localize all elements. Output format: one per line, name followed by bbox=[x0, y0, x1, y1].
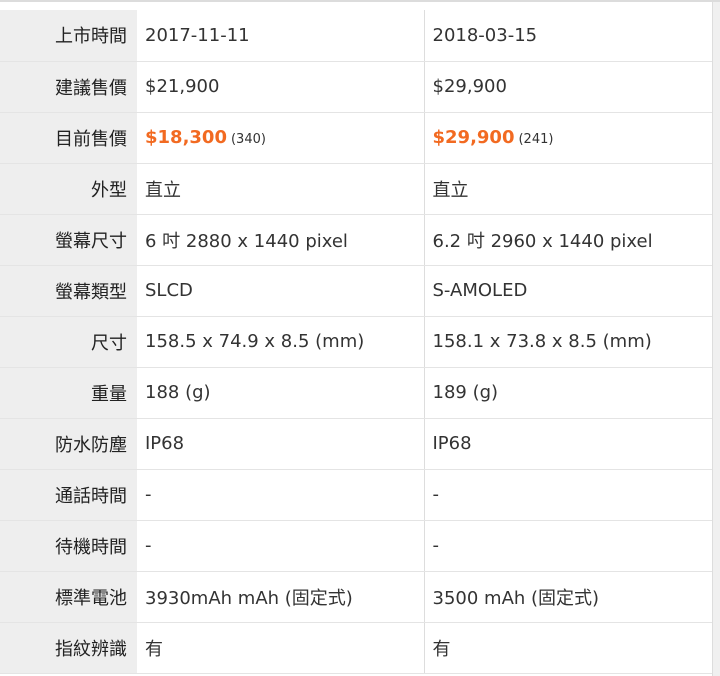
phone-b-battery: 3500 mAh (固定式) bbox=[423, 571, 712, 623]
row-suggested-price: 建議售價 $21,900 $29,900 bbox=[0, 61, 712, 113]
row-screen-type: 螢幕類型 SLCD S-AMOLED bbox=[0, 265, 712, 317]
row-weight: 重量 188 (g) 189 (g) bbox=[0, 367, 712, 419]
phone-a-release-date: 2017-11-11 bbox=[137, 10, 424, 62]
top-divider bbox=[0, 0, 720, 2]
phone-a-fingerprint: 有 bbox=[137, 622, 424, 674]
phone-b-current-price-link[interactable]: $29,900 bbox=[433, 127, 515, 148]
row-label: 目前售價 bbox=[0, 112, 137, 164]
phone-b-ip-rating: IP68 bbox=[423, 418, 712, 470]
row-label: 重量 bbox=[0, 367, 137, 419]
phone-a-screen-type: SLCD bbox=[137, 265, 424, 317]
row-dimensions: 尺寸 158.5 x 74.9 x 8.5 (mm) 158.1 x 73.8 … bbox=[0, 316, 712, 368]
row-battery: 標準電池 3930mAh mAh (固定式) 3500 mAh (固定式) bbox=[0, 571, 712, 623]
phone-b-current-price-cell: $29,900 (241) bbox=[423, 112, 712, 164]
phone-a-weight: 188 (g) bbox=[137, 367, 424, 419]
phone-b-fingerprint: 有 bbox=[423, 622, 712, 674]
row-label: 標準電池 bbox=[0, 571, 137, 623]
row-label: 指紋辨識 bbox=[0, 622, 137, 674]
phone-b-dimensions: 158.1 x 73.8 x 8.5 (mm) bbox=[423, 316, 712, 368]
row-label: 通話時間 bbox=[0, 469, 137, 521]
phone-a-ip-rating: IP68 bbox=[137, 418, 424, 470]
row-screen-size: 螢幕尺寸 6 吋 2880 x 1440 pixel 6.2 吋 2960 x … bbox=[0, 214, 712, 266]
row-label: 防水防塵 bbox=[0, 418, 137, 470]
row-current-price: 目前售價 $18,300 (340) $29,900 (241) bbox=[0, 112, 712, 164]
row-label: 建議售價 bbox=[0, 61, 137, 113]
row-label: 外型 bbox=[0, 163, 137, 215]
phone-b-standby-time: - bbox=[423, 520, 712, 572]
row-label: 上市時間 bbox=[0, 10, 137, 62]
row-water-dust-resistance: 防水防塵 IP68 IP68 bbox=[0, 418, 712, 470]
phone-a-current-price-cell: $18,300 (340) bbox=[137, 112, 424, 164]
row-talk-time: 通話時間 - - bbox=[0, 469, 712, 521]
phone-b-talk-time: - bbox=[423, 469, 712, 521]
phone-b-suggested-price: $29,900 bbox=[423, 61, 712, 113]
row-standby-time: 待機時間 - - bbox=[0, 520, 712, 572]
phone-a-current-price-link[interactable]: $18,300 bbox=[145, 127, 227, 148]
row-fingerprint: 指紋辨識 有 有 bbox=[0, 622, 712, 674]
phone-a-suggested-price: $21,900 bbox=[137, 61, 424, 113]
row-release-date: 上市時間 2017-11-11 2018-03-15 bbox=[0, 10, 712, 62]
phone-b-release-date: 2018-03-15 bbox=[423, 10, 712, 62]
phone-a-offer-count: (340) bbox=[230, 132, 266, 147]
row-label: 待機時間 bbox=[0, 520, 137, 572]
phone-b-offer-count: (241) bbox=[518, 132, 554, 147]
phone-a-battery: 3930mAh mAh (固定式) bbox=[137, 571, 424, 623]
row-form-factor: 外型 直立 直立 bbox=[0, 163, 712, 215]
phone-a-talk-time: - bbox=[137, 469, 424, 521]
phone-a-form-factor: 直立 bbox=[137, 163, 424, 215]
scroll-edge bbox=[712, 2, 720, 676]
phone-a-screen-size: 6 吋 2880 x 1440 pixel bbox=[137, 214, 424, 266]
spec-comparison-table: 上市時間 2017-11-11 2018-03-15 建議售價 $21,900 … bbox=[0, 10, 712, 674]
row-label: 螢幕尺寸 bbox=[0, 214, 137, 266]
phone-a-standby-time: - bbox=[137, 520, 424, 572]
row-label: 螢幕類型 bbox=[0, 265, 137, 317]
phone-b-weight: 189 (g) bbox=[423, 367, 712, 419]
phone-b-screen-size: 6.2 吋 2960 x 1440 pixel bbox=[423, 214, 712, 266]
phone-b-screen-type: S-AMOLED bbox=[423, 265, 712, 317]
phone-b-form-factor: 直立 bbox=[423, 163, 712, 215]
row-label: 尺寸 bbox=[0, 316, 137, 368]
phone-a-dimensions: 158.5 x 74.9 x 8.5 (mm) bbox=[137, 316, 424, 368]
